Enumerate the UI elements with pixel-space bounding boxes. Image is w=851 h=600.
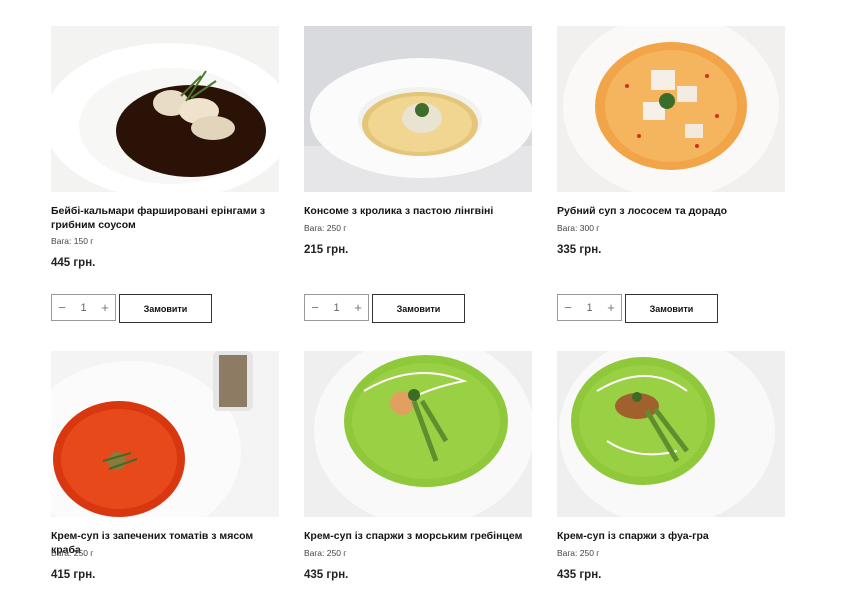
order-button[interactable]: Замовити xyxy=(119,294,212,323)
product-weight: Вага: 250 г xyxy=(51,548,94,558)
product-weight: Вага: 250 г xyxy=(304,548,347,558)
product-image-squid[interactable] xyxy=(51,26,279,192)
product-actions: − 1 + Замовити xyxy=(51,294,212,323)
product-image-fish-soup[interactable] xyxy=(557,26,785,192)
plus-icon[interactable]: + xyxy=(95,300,115,315)
product-weight: Вага: 300 г xyxy=(557,223,600,233)
product-title[interactable]: Крем-суп із спаржи з фуа-гра xyxy=(557,529,785,543)
quantity-value[interactable]: 1 xyxy=(586,302,592,314)
plus-icon[interactable]: + xyxy=(348,300,368,315)
product-weight: Вага: 150 г xyxy=(51,236,94,246)
order-button[interactable]: Замовити xyxy=(625,294,718,323)
minus-icon[interactable]: − xyxy=(305,300,325,315)
product-image-tomato-soup[interactable] xyxy=(51,351,279,517)
product-card: Крем-суп із спаржи з фуа-гра Вага: 250 г… xyxy=(557,351,785,581)
product-price: 415 грн. xyxy=(51,569,96,581)
product-image-asparagus-scallop[interactable] xyxy=(304,351,532,517)
product-image-consomme[interactable] xyxy=(304,26,532,192)
product-card: Консоме з кролика з пастою лінгвіні Вага… xyxy=(304,26,532,323)
quantity-stepper: − 1 + xyxy=(557,294,622,321)
quantity-value[interactable]: 1 xyxy=(80,302,86,314)
product-card: Рубний суп з лососем та дорадо Вага: 300… xyxy=(557,26,785,323)
product-card: Крем-суп із спаржи з морським гребінцем … xyxy=(304,351,532,581)
product-title[interactable]: Консоме з кролика з пастою лінгвіні xyxy=(304,204,532,218)
quantity-value[interactable]: 1 xyxy=(333,302,339,314)
quantity-stepper: − 1 + xyxy=(51,294,116,321)
product-price: 435 грн. xyxy=(304,569,349,581)
product-price: 335 грн. xyxy=(557,244,602,256)
product-card: Крем-суп із запечених томатів з мясом кр… xyxy=(51,351,279,581)
product-weight: Вага: 250 г xyxy=(557,548,600,558)
product-price: 215 грн. xyxy=(304,244,349,256)
product-title[interactable]: Бейбі-кальмари фаршировані ерінгами з гр… xyxy=(51,204,279,232)
order-button[interactable]: Замовити xyxy=(372,294,465,323)
product-title[interactable]: Рубний суп з лососем та дорадо xyxy=(557,204,785,218)
product-image-asparagus-foie-gras[interactable] xyxy=(557,351,785,517)
product-price: 445 грн. xyxy=(51,257,96,269)
quantity-stepper: − 1 + xyxy=(304,294,369,321)
product-title[interactable]: Крем-суп із спаржи з морським гребінцем xyxy=(304,529,532,543)
product-card: Бейбі-кальмари фаршировані ерінгами з гр… xyxy=(51,26,279,323)
product-price: 435 грн. xyxy=(557,569,602,581)
product-weight: Вага: 250 г xyxy=(304,223,347,233)
plus-icon[interactable]: + xyxy=(601,300,621,315)
minus-icon[interactable]: − xyxy=(558,300,578,315)
product-actions: − 1 + Замовити xyxy=(557,294,718,323)
minus-icon[interactable]: − xyxy=(52,300,72,315)
product-actions: − 1 + Замовити xyxy=(304,294,465,323)
